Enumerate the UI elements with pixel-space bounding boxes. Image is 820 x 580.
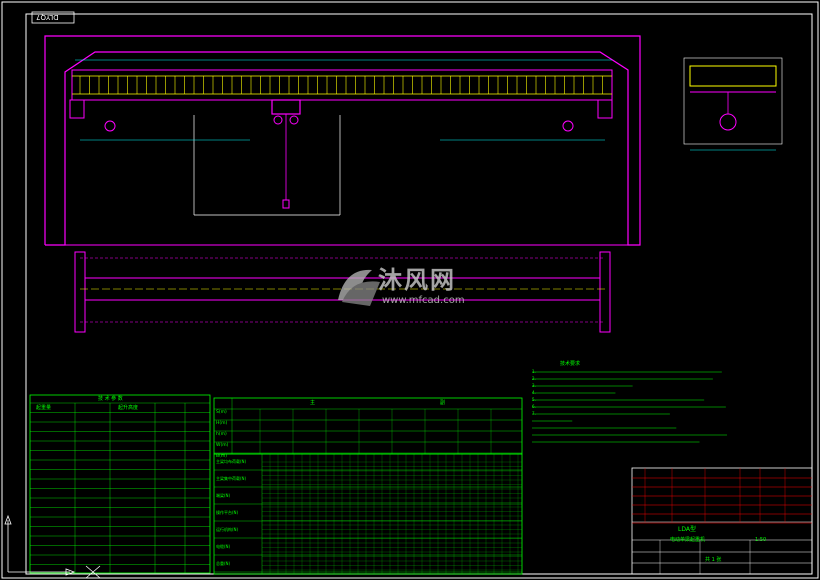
note-item: 7.	[532, 411, 536, 416]
end-truck-left	[69, 99, 85, 119]
watermark-url: www.mfcad.com	[382, 295, 465, 306]
span-group-aux: 副	[440, 400, 446, 406]
end-truck-right	[597, 99, 613, 119]
title-scale: 1:50	[755, 537, 767, 543]
wheel-left	[104, 120, 116, 132]
note-item: 3.	[532, 383, 536, 388]
span-group-main: 主	[310, 400, 316, 406]
params-col-header-2: 起升高度	[118, 405, 139, 411]
wheel-right	[562, 120, 574, 132]
params-table	[29, 394, 211, 574]
note-item: 1.	[532, 369, 536, 374]
load-table	[213, 453, 523, 575]
main-elevation-view	[44, 35, 641, 246]
span-row-label: H(m)	[216, 421, 228, 426]
load-row-label: 电缆(N)	[216, 544, 231, 549]
params-header: 技 术 参 数	[98, 396, 123, 402]
load-row-label: 主梁集中荷载(N)	[216, 476, 247, 481]
title-block	[631, 467, 813, 575]
load-row-label: 运行机构(N)	[216, 527, 239, 532]
main-girder	[71, 69, 613, 101]
span-table	[213, 397, 523, 455]
load-row-label: 主梁均布荷载(N)	[216, 459, 247, 464]
title-sheet: 共 1 张	[705, 557, 722, 563]
span-row-label: W(m)	[216, 443, 229, 448]
hoist-trolley	[271, 99, 301, 209]
bridge-outline	[44, 35, 641, 246]
note-item: 6.	[532, 404, 536, 409]
title-drawing-name: LDA型	[678, 526, 696, 533]
side-frame	[683, 57, 783, 145]
plan-end-carriage-left	[74, 251, 86, 333]
note-item: 4.	[532, 390, 536, 395]
load-row-label: 操作平台(N)	[216, 510, 239, 515]
plan-end-carriage-right	[599, 251, 611, 333]
watermark-logo	[338, 269, 380, 306]
note-item: 2.	[532, 376, 536, 381]
params-col-header-1: 起重量	[36, 405, 52, 411]
side-hook-block	[719, 113, 737, 131]
ucs-icon	[4, 514, 101, 579]
girder-web-members	[79, 76, 603, 94]
sheet-inner-frame	[25, 13, 813, 575]
notes-block	[532, 371, 728, 443]
load-row-label: 总重(N)	[216, 561, 231, 566]
notes-title: 技术要求	[560, 361, 581, 367]
load-row-label: 端梁(N)	[216, 493, 231, 498]
title-drawing-subtitle: 电动单梁起重机	[670, 537, 706, 543]
span-row-label: S(m)	[216, 410, 227, 415]
watermark-brand: 沐风网	[378, 266, 456, 294]
side-girder	[689, 65, 777, 87]
span-row-label: h(m)	[216, 432, 227, 437]
code-stamp: DLYQ7	[36, 13, 59, 21]
note-item: 5.	[532, 397, 536, 402]
side-view	[683, 57, 783, 151]
